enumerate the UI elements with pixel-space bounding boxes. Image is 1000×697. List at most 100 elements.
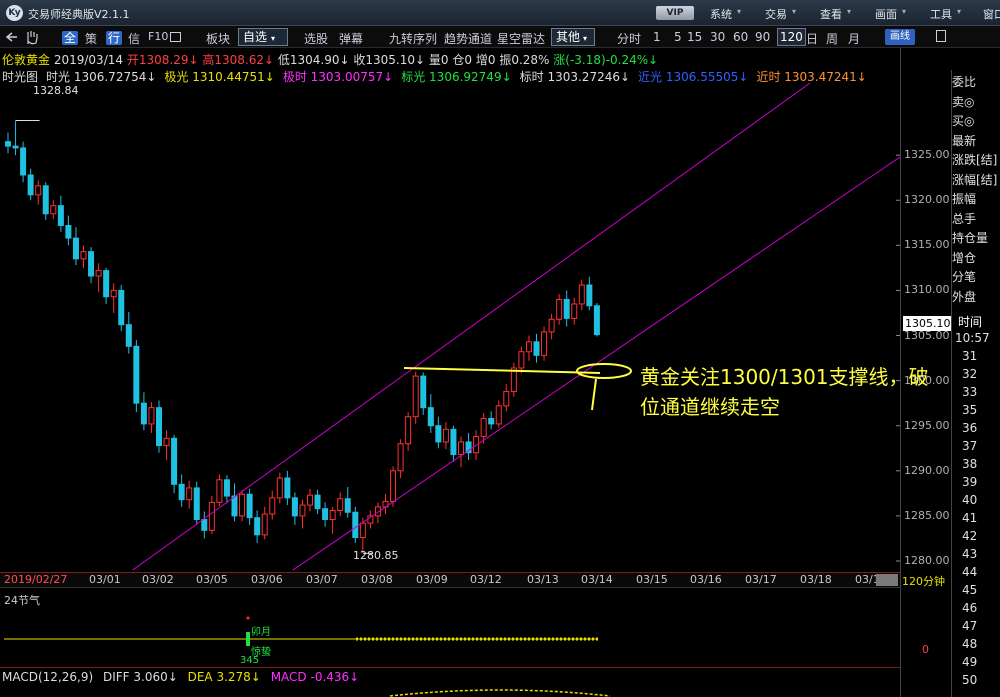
period-1[interactable]: 1 bbox=[653, 30, 661, 44]
macd-plot bbox=[389, 689, 611, 697]
candle-body bbox=[156, 407, 162, 447]
jieqi-zero-label: 0 bbox=[922, 643, 929, 656]
chevron-down-icon: ▾ bbox=[902, 7, 907, 16]
candle-body bbox=[246, 493, 253, 519]
draw-line-button[interactable]: 画线 bbox=[885, 29, 915, 45]
candle-body bbox=[57, 205, 64, 226]
candle-body bbox=[103, 270, 110, 298]
toolbar-button-strategy[interactable]: 策 bbox=[85, 30, 97, 47]
candle-body bbox=[525, 341, 532, 353]
side-panel-item[interactable]: 卖◎ bbox=[952, 93, 974, 110]
toolbar-tool-2[interactable]: 九转序列 bbox=[389, 30, 437, 47]
candle-body bbox=[307, 494, 313, 506]
candle-body bbox=[223, 479, 230, 497]
toolbar-tool-3[interactable]: 趋势通道 bbox=[444, 30, 492, 47]
period-3[interactable]: 15 bbox=[687, 30, 702, 44]
date-label: 03/06 bbox=[251, 573, 283, 586]
period-9[interactable]: 周 bbox=[826, 30, 838, 47]
toolbar-button-quote[interactable]: 行 bbox=[106, 31, 123, 45]
y-tick-label: 1280.00 bbox=[904, 553, 950, 567]
candle-body bbox=[359, 522, 366, 539]
menu-item[interactable]: 窗口 bbox=[983, 6, 1000, 22]
other-dropdown[interactable]: 其他 ▾ bbox=[551, 28, 595, 46]
toolbar-tool-0[interactable]: 选股 bbox=[304, 30, 328, 47]
candle-body bbox=[593, 305, 600, 336]
candle-body bbox=[442, 428, 449, 443]
candle-body bbox=[458, 441, 464, 456]
title-bar: Ky 交易师经典版V2.1.1 VIP 系统▾交易▾查看▾画面▾工具▾窗口▾ bbox=[0, 0, 1000, 26]
toolbar: 全 策 行 信 F10 板块 自选 ▾ 选股 弹幕 九转序列 趋势通道 星空雷达 其他 ▾ … bbox=[0, 26, 1000, 48]
current-price-box: 1305.10 bbox=[903, 316, 951, 331]
chevron-down-icon: ▾ bbox=[847, 7, 852, 16]
menu-item[interactable]: 画面 bbox=[875, 6, 897, 22]
date-label: 2019/02/27 bbox=[4, 573, 68, 586]
toolbar-button-f10[interactable]: F10 bbox=[148, 30, 168, 43]
side-panel-item[interactable]: 最新 bbox=[952, 132, 976, 149]
candle-body bbox=[480, 417, 487, 438]
candle-body bbox=[284, 477, 291, 499]
period-10[interactable]: 月 bbox=[848, 30, 860, 47]
quote-low: 低1304.90↓ bbox=[277, 53, 350, 67]
side-panel-item[interactable]: 持仓量 bbox=[952, 229, 988, 246]
side-panel-item[interactable]: 委比 bbox=[952, 73, 976, 90]
side-panel-item[interactable]: 外盘 bbox=[952, 288, 976, 305]
window-icon[interactable] bbox=[170, 32, 181, 42]
time-row: 37 bbox=[962, 439, 978, 453]
toolbar-tool-1[interactable]: 弹幕 bbox=[339, 30, 363, 47]
toolbar-plate[interactable]: 板块 bbox=[206, 30, 230, 47]
period-6[interactable]: 90 bbox=[755, 30, 770, 44]
time-row: 48 bbox=[962, 637, 978, 651]
chart-scroll-handle[interactable] bbox=[876, 574, 898, 586]
period-5[interactable]: 60 bbox=[733, 30, 748, 44]
menu-item[interactable]: 工具 bbox=[930, 6, 952, 22]
y-tick-label: 1310.00 bbox=[904, 283, 950, 297]
menu-item[interactable]: 交易 bbox=[765, 6, 787, 22]
side-panel-item[interactable]: 总手 bbox=[952, 210, 976, 227]
jieqi-term-1: 卯月 bbox=[251, 627, 271, 638]
hand-icon[interactable] bbox=[24, 29, 38, 45]
candle-body bbox=[72, 237, 79, 260]
back-icon[interactable] bbox=[4, 31, 18, 43]
side-panel-item[interactable]: 买◎ bbox=[952, 112, 974, 129]
side-panel-item[interactable]: 增仓 bbox=[952, 249, 976, 266]
time-row: 41 bbox=[962, 511, 978, 525]
indicator-info-line: 时光图 时光 1306.72754↓ 极光 1310.44751↓ 极时 1303.0… bbox=[0, 68, 867, 84]
toolbar-button-all[interactable]: 全 bbox=[62, 31, 79, 45]
period-7[interactable]: 120 bbox=[777, 28, 806, 46]
candle-body bbox=[518, 351, 525, 369]
time-first: 10:57 bbox=[955, 331, 990, 345]
candle-body bbox=[352, 511, 359, 539]
toolbar-button-info[interactable]: 信 bbox=[128, 30, 140, 47]
indicator-item: 标时 1303.27246↓ bbox=[519, 70, 631, 84]
toolbar-tool-4[interactable]: 星空雷达 bbox=[497, 30, 545, 47]
side-panel-item[interactable]: 涨幅[结] bbox=[952, 171, 997, 188]
candle-body bbox=[427, 407, 434, 427]
side-panel-item[interactable]: 振幅 bbox=[952, 190, 976, 207]
date-label: 03/12 bbox=[470, 573, 502, 586]
candle-body bbox=[95, 270, 102, 277]
quote-position: 仓0 bbox=[452, 53, 473, 67]
menu-item[interactable]: 系统 bbox=[710, 6, 732, 22]
candle-body bbox=[12, 145, 19, 149]
period-0[interactable]: 分时 bbox=[617, 30, 641, 47]
period-2[interactable]: 5 bbox=[674, 30, 682, 44]
menu-item[interactable]: 查看 bbox=[820, 6, 842, 22]
time-row: 36 bbox=[962, 421, 978, 435]
side-panel-item[interactable]: 分笔 bbox=[952, 268, 976, 285]
pointer-line bbox=[591, 378, 597, 411]
jieqi-plot bbox=[4, 616, 598, 646]
candlestick-chart[interactable] bbox=[0, 83, 900, 570]
self-select-dropdown[interactable]: 自选 ▾ bbox=[238, 28, 288, 46]
macd-label: MACD(12,26,9) bbox=[2, 670, 94, 684]
side-panel-item[interactable]: 涨跌[结] bbox=[952, 151, 997, 168]
quote-open: 开1308.29↓ bbox=[126, 53, 199, 67]
indicator-item: 时光 1306.72754↓ bbox=[46, 70, 157, 84]
period-4[interactable]: 30 bbox=[710, 30, 725, 44]
panel-toggle-icon[interactable] bbox=[936, 30, 946, 42]
date-label: 03/07 bbox=[306, 573, 338, 586]
candle-body bbox=[586, 284, 593, 307]
period-8[interactable]: 日 bbox=[806, 30, 818, 47]
date-label: 03/17 bbox=[745, 573, 777, 586]
vip-badge[interactable]: VIP bbox=[656, 6, 694, 20]
candle-body bbox=[344, 498, 351, 513]
